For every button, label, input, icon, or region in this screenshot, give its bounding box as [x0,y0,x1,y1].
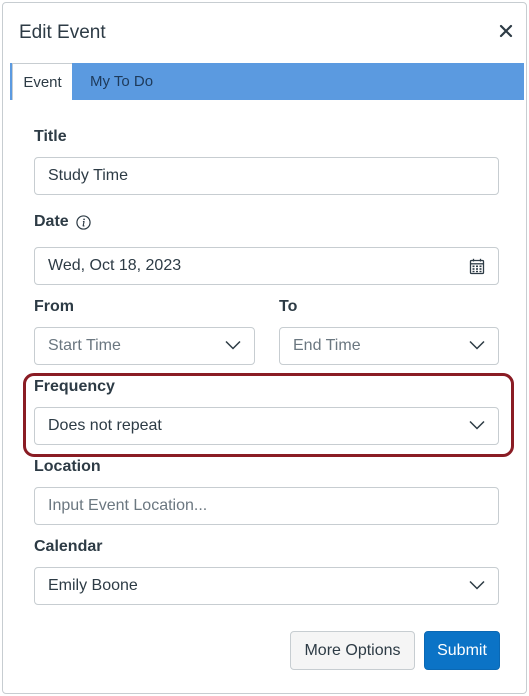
chevron-down-icon [225,340,241,350]
location-placeholder: Input Event Location... [48,497,208,514]
tab-event[interactable]: Event [12,63,72,100]
chevron-down-icon [469,340,485,350]
title-value: Study Time [48,167,129,184]
from-label: From [34,298,74,315]
end-time-select[interactable]: End Time [279,327,499,365]
calendar-icon[interactable] [469,258,485,275]
calendar-select[interactable]: Emily Boone [34,567,499,605]
dialog-title: Edit Event [19,22,106,43]
title-input[interactable]: Study Time [34,157,499,195]
end-time-placeholder: End Time [293,337,361,354]
calendar-label: Calendar [34,538,103,555]
edit-event-dialog: Edit Event Event My To Do Title Study Ti… [2,2,527,694]
location-label: Location [34,458,101,475]
start-time-select[interactable]: Start Time [34,327,255,365]
tab-bar: Event My To Do [10,63,524,100]
start-time-placeholder: Start Time [48,337,121,354]
to-label: To [279,298,298,315]
more-options-button[interactable]: More Options [290,631,415,670]
dialog-header: Edit Event [3,3,526,63]
tab-my-to-do[interactable]: My To Do [90,63,153,100]
frequency-label: Frequency [34,378,115,395]
info-icon[interactable] [76,215,91,230]
chevron-down-icon [469,420,485,430]
date-label: Date [34,213,69,230]
title-label: Title [34,128,67,145]
date-input[interactable]: Wed, Oct 18, 2023 [34,247,499,285]
chevron-down-icon [469,580,485,590]
frequency-select[interactable]: Does not repeat [34,407,499,445]
location-input[interactable]: Input Event Location... [34,487,499,525]
calendar-value: Emily Boone [48,577,138,594]
close-icon[interactable] [498,23,514,39]
submit-button[interactable]: Submit [424,631,500,670]
frequency-value: Does not repeat [48,417,162,434]
date-value: Wed, Oct 18, 2023 [48,257,182,274]
